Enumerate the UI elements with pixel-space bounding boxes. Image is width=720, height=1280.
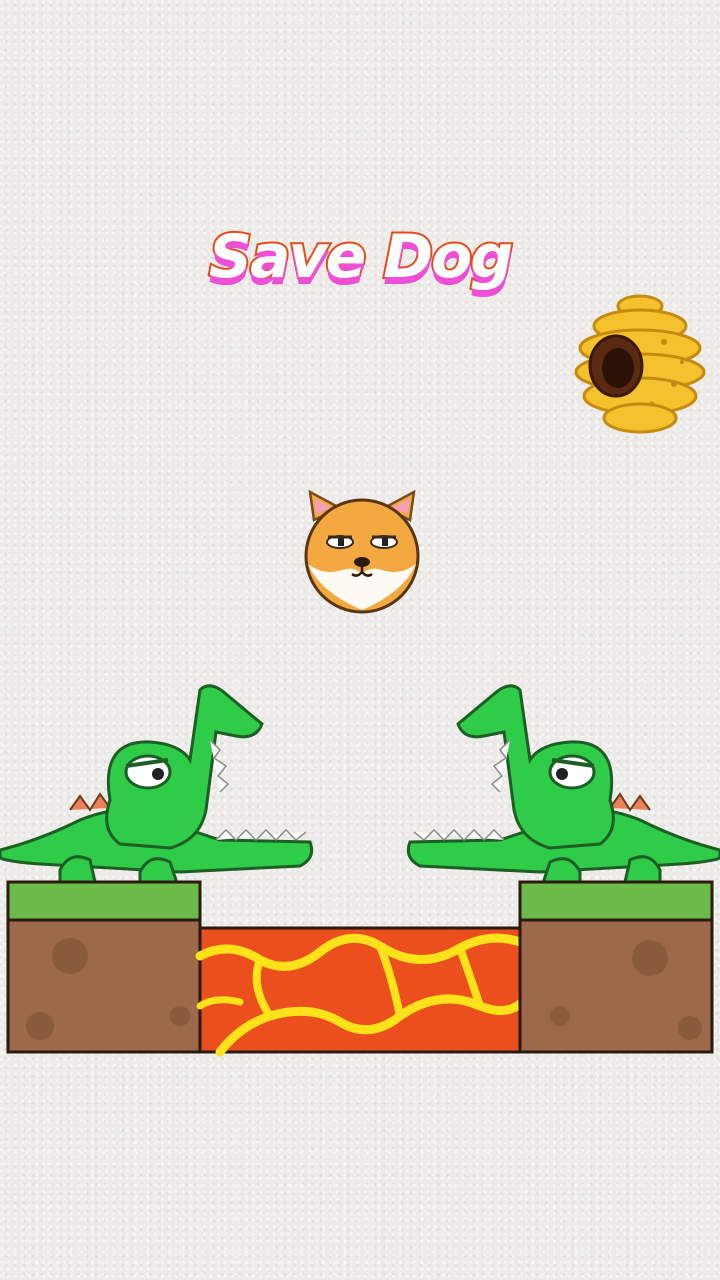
game-scene[interactable]: Save Dog	[0, 0, 720, 1280]
right-dirt-block	[518, 880, 714, 1054]
shiba-dog-ball-icon	[304, 490, 420, 614]
ground-and-lava	[6, 880, 714, 1057]
game-title: Save Dog	[207, 220, 515, 294]
paper-background	[0, 0, 720, 1280]
beehive-icon	[574, 294, 706, 434]
lava-pit-icon	[195, 926, 525, 1057]
left-dirt-block	[6, 880, 202, 1054]
